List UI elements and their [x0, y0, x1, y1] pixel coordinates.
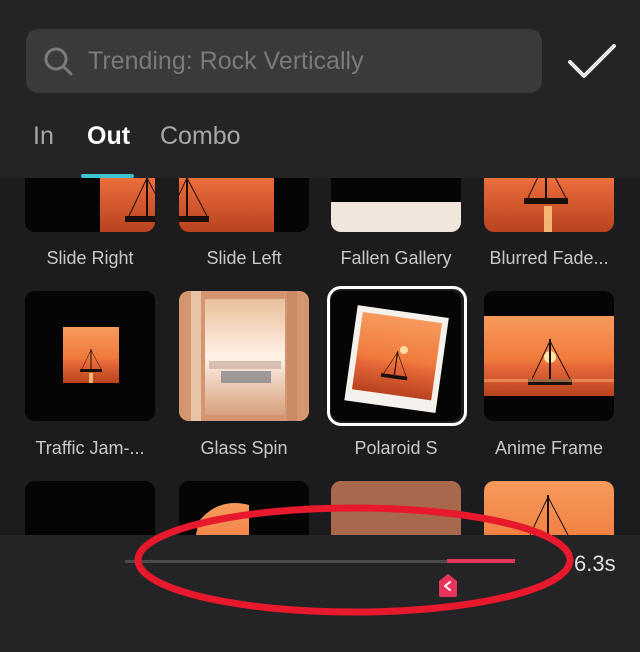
effect-thumbnail — [25, 178, 155, 232]
effect-thumbnail — [179, 481, 309, 535]
duration-value: 6.3s — [574, 551, 616, 576]
effect-label: Anime Frame — [494, 438, 604, 458]
effect-thumbnail — [179, 178, 309, 232]
tab-in[interactable]: In — [33, 122, 54, 151]
effect-label: Slide Right — [46, 248, 134, 268]
search-icon — [44, 47, 73, 76]
tab-out[interactable]: Out — [87, 122, 130, 151]
effect-label: Polaroid S — [354, 438, 438, 458]
effect-thumbnail — [331, 481, 461, 535]
effect-thumbnail — [331, 291, 461, 421]
effect-label: Traffic Jam-... — [35, 438, 145, 458]
effect-thumbnail — [25, 291, 155, 421]
search-bar[interactable] — [26, 29, 542, 93]
tab-combo[interactable]: Combo — [160, 122, 241, 151]
effect-thumbnail — [484, 178, 614, 232]
effect-label: Blurred Fade... — [489, 248, 609, 268]
effect-thumbnail — [331, 178, 461, 232]
effect-thumbnail — [179, 291, 309, 421]
checkmark-icon[interactable] — [566, 42, 618, 82]
duration-slider-panel: 6.3s — [0, 535, 640, 652]
chevron-left-icon[interactable] — [437, 573, 459, 597]
effect-thumbnail — [484, 481, 614, 535]
effects-grid: Slide Right Slide Left Fallen Gallery Bl… — [0, 178, 640, 535]
effect-thumbnail — [25, 481, 155, 535]
header: In Out Combo — [0, 0, 640, 178]
effect-label: Slide Left — [206, 248, 282, 268]
effect-label: Fallen Gallery — [340, 248, 452, 268]
effect-label: Glass Spin — [200, 438, 288, 458]
effect-thumbnail — [484, 291, 614, 421]
tab-bar: In Out Combo — [0, 118, 640, 178]
search-input[interactable] — [88, 41, 542, 81]
slider-active-range — [447, 559, 515, 563]
